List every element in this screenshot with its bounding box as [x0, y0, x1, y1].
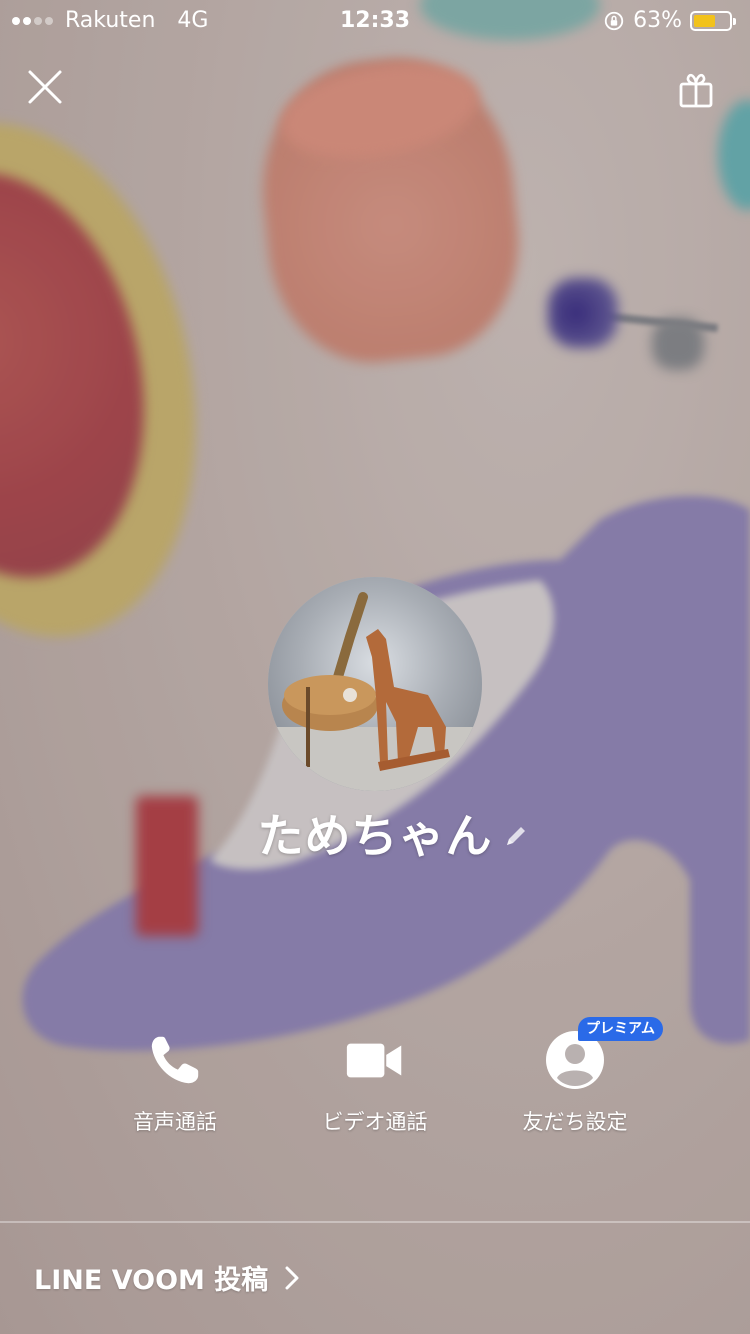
profile-actions: 音声通話 ビデオ通話 友だち設定	[0, 1030, 750, 1140]
profile-avatar[interactable]	[268, 577, 482, 791]
chevron-right-icon	[285, 1266, 299, 1289]
orientation-lock-icon	[604, 11, 624, 30]
voice-call-button[interactable]: 音声通話	[75, 1030, 275, 1140]
pencil-icon[interactable]	[501, 821, 531, 851]
battery-percent: 63%	[633, 8, 682, 33]
profile-name-row: ためちゃん	[0, 800, 750, 866]
video-call-button[interactable]: ビデオ通話	[275, 1030, 475, 1140]
friend-settings-button[interactable]: 友だち設定	[475, 1030, 675, 1140]
gift-button[interactable]	[676, 70, 716, 110]
video-call-label: ビデオ通話	[322, 1110, 428, 1134]
close-button[interactable]	[24, 66, 66, 108]
profile-name: ためちゃん	[257, 809, 493, 863]
voice-call-label: 音声通話	[133, 1110, 217, 1134]
friend-settings-label: 友だち設定	[522, 1110, 628, 1134]
gift-icon	[679, 73, 713, 108]
divider	[0, 1221, 750, 1223]
avatar-photo	[268, 577, 482, 791]
phone-icon	[151, 1036, 199, 1084]
status-bar-right: 63%	[603, 8, 736, 33]
video-camera-icon	[346, 1043, 402, 1077]
line-voom-posts-label: LINE VOOM 投稿	[34, 1265, 269, 1296]
line-voom-posts-link[interactable]: LINE VOOM 投稿	[34, 1258, 302, 1297]
status-bar: Rakuten 4G 12:33 63%	[0, 0, 750, 40]
battery-icon	[690, 10, 736, 31]
premium-badge: プレミアム	[578, 1017, 664, 1041]
close-icon	[28, 70, 62, 104]
battery-level-fill	[694, 14, 716, 27]
